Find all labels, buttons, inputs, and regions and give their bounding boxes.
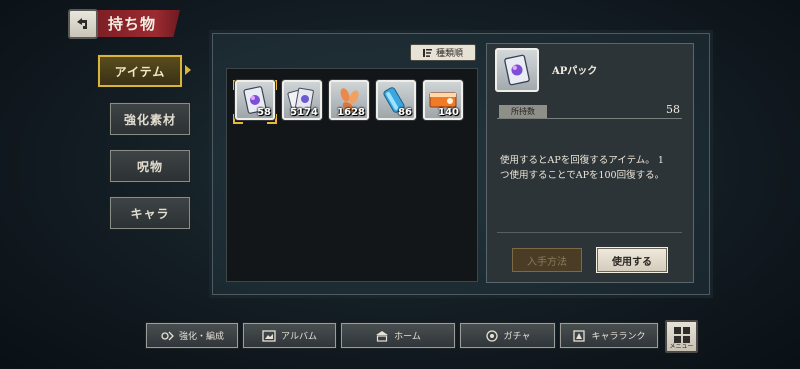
item-count: 86 <box>398 107 412 118</box>
tab-characters[interactable]: キャラ <box>109 196 191 230</box>
item-count: 5174 <box>290 107 318 118</box>
owned-value: 58 <box>666 103 680 116</box>
item-count: 140 <box>438 107 459 118</box>
nav-label: アルバム <box>281 332 317 342</box>
owned-label: 所持数 <box>499 105 547 118</box>
menu-button[interactable]: メニュー <box>665 320 698 353</box>
nav-character-rank[interactable]: キャラランク <box>559 322 659 349</box>
item-slot-tube[interactable]: 86 <box>376 80 416 120</box>
item-count: 58 <box>257 107 271 118</box>
tab-materials[interactable]: 強化素材 <box>109 102 191 136</box>
home-icon <box>376 330 389 342</box>
nav-label: 強化・編成 <box>178 332 224 342</box>
item-slot-ticket[interactable]: 140 <box>423 80 463 120</box>
nav-enhance[interactable]: 強化・編成 <box>145 322 239 349</box>
item-slot-ap-pack[interactable]: 58 <box>235 80 275 120</box>
ap-pack-icon <box>504 54 530 86</box>
nav-home[interactable]: ホーム <box>340 322 456 349</box>
use-button[interactable]: 使用する <box>596 247 668 273</box>
item-slot-petals[interactable]: 1628 <box>329 80 369 120</box>
enhance-icon <box>161 331 174 340</box>
sort-icon <box>422 48 432 57</box>
item-count: 1628 <box>337 107 365 118</box>
return-icon <box>77 18 87 29</box>
tab-curses[interactable]: 呪物 <box>109 149 191 183</box>
item-slot-cards[interactable]: 5174 <box>282 80 322 120</box>
detail-item-name: APパック <box>552 66 598 77</box>
description-line: 使用するとAPを回復するアイテム。 1 <box>500 155 664 166</box>
menu-label: メニュー <box>669 343 694 350</box>
detail-item-image <box>495 48 539 92</box>
nav-label: ガチャ <box>503 332 531 342</box>
nav-album[interactable]: アルバム <box>242 322 337 349</box>
nav-label: ホーム <box>394 332 421 342</box>
sort-label: 種類順 <box>435 49 463 59</box>
back-button[interactable] <box>68 9 98 39</box>
nav-label: キャラランク <box>591 332 646 342</box>
rank-icon <box>573 329 586 342</box>
item-description: 使用するとAPを回復するアイテム。 1 つ使用することでAPを100回復する。 <box>500 153 685 183</box>
album-icon <box>262 329 276 342</box>
sort-button[interactable]: 種類順 <box>410 44 476 61</box>
tab-items[interactable]: アイテム <box>97 54 183 88</box>
page-title: 持ち物 <box>98 10 180 37</box>
nav-gacha[interactable]: ガチャ <box>459 322 556 349</box>
gacha-icon <box>485 329 498 342</box>
active-tab-arrow-icon <box>185 65 191 75</box>
description-line: つ使用することでAPを100回復する。 <box>500 170 665 181</box>
detail-divider <box>497 232 682 233</box>
acquire-method-button[interactable]: 入手方法 <box>512 248 582 272</box>
